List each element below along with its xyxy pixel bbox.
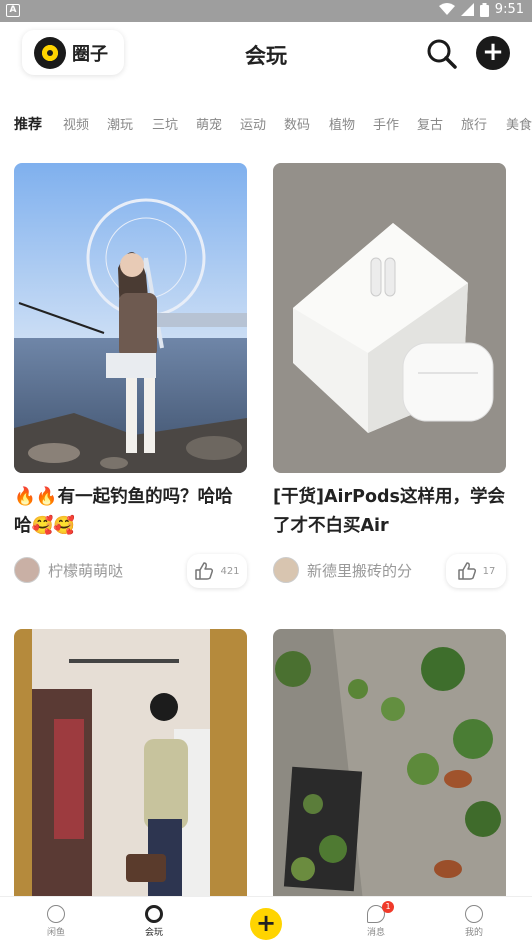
profile-icon <box>465 905 483 923</box>
author-name[interactable]: 新德里搬砖的分 <box>307 560 412 581</box>
like-count: 17 <box>482 565 496 577</box>
search-icon <box>427 39 457 69</box>
tab-label: 消息 <box>366 928 385 938</box>
post-title[interactable]: 🔥🔥有一起钓鱼的吗？哈哈哈🥰🥰 <box>14 483 247 541</box>
like-icon <box>195 562 214 580</box>
battery-icon <box>479 2 489 17</box>
circle-button[interactable]: 圈子 <box>22 30 124 75</box>
tab-huiwan[interactable]: 会玩 <box>124 905 184 938</box>
tab-pets[interactable]: 萌宠 <box>196 114 222 133</box>
tab-retro[interactable]: 复古 <box>417 114 443 133</box>
header: 圈子 会玩 + <box>0 22 532 84</box>
avatar[interactable] <box>273 557 299 583</box>
tab-sports[interactable]: 运动 <box>240 114 266 133</box>
post-image-airpods[interactable] <box>273 163 506 473</box>
tab-xianyu[interactable]: 闲鱼 <box>26 905 86 938</box>
tab-label: 闲鱼 <box>46 928 65 938</box>
play-icon <box>145 905 163 923</box>
active-tab-indicator <box>10 148 46 152</box>
tab-label: 会玩 <box>144 928 163 938</box>
status-bar: A 9:51 <box>0 0 532 22</box>
plus-icon: + <box>255 909 277 937</box>
post-image-garden[interactable] <box>273 629 506 901</box>
tab-food[interactable]: 美食 <box>506 114 532 133</box>
status-time: 9:51 <box>494 2 524 17</box>
notification-icon: A <box>6 4 20 17</box>
like-button[interactable]: 421 <box>187 554 247 588</box>
tab-profile[interactable]: 我的 <box>444 905 504 938</box>
like-button[interactable]: 17 <box>446 554 506 588</box>
like-icon <box>457 562 476 580</box>
tab-video[interactable]: 视频 <box>63 114 89 133</box>
search-button[interactable] <box>424 36 460 72</box>
tab-travel[interactable]: 旅行 <box>461 114 487 133</box>
post-card-airpods[interactable]: [干货]AirPods这样用，学会了才不白买Air 新德里搬砖的分 17 <box>273 163 506 588</box>
tab-digital[interactable]: 数码 <box>284 114 310 133</box>
tab-label: 我的 <box>464 928 483 938</box>
tab-handmade[interactable]: 手作 <box>373 114 399 133</box>
circle-logo-icon <box>34 36 66 69</box>
tab-messages[interactable]: 1 消息 <box>346 901 406 938</box>
author-name[interactable]: 柠檬萌萌哒 <box>48 560 123 581</box>
post-card-garden[interactable] <box>273 629 506 901</box>
like-count: 421 <box>220 565 240 577</box>
category-tabs: 推荐 视频 潮玩 三坑 萌宠 运动 数码 植物 手作 复古 旅行 美食 <box>0 104 532 152</box>
post-card-mirror-selfie[interactable] <box>14 629 247 901</box>
tab-recommend[interactable]: 推荐 <box>14 114 42 134</box>
publish-button[interactable]: + <box>250 908 282 940</box>
post-title[interactable]: [干货]AirPods这样用，学会了才不白买Air <box>273 483 506 541</box>
tab-trendy-toys[interactable]: 潮玩 <box>107 114 133 133</box>
tab-plants[interactable]: 植物 <box>329 114 355 133</box>
post-image-fishing[interactable] <box>14 163 247 473</box>
add-icon: + <box>482 37 504 67</box>
wifi-icon <box>438 3 455 15</box>
post-author[interactable]: 柠檬萌萌哒 <box>14 557 123 583</box>
avatar[interactable] <box>14 557 40 583</box>
status-icons: 9:51 <box>438 2 524 17</box>
bottom-tab-bar: 闲鱼 会玩 + 1 消息 我的 <box>0 896 532 946</box>
post-card-fishing[interactable]: 🔥🔥有一起钓鱼的吗？哈哈哈🥰🥰 柠檬萌萌哒 421 <box>14 163 247 588</box>
add-button[interactable]: + <box>476 36 510 70</box>
circle-label: 圈子 <box>72 43 108 65</box>
tab-sankeng[interactable]: 三坑 <box>152 114 178 133</box>
home-icon <box>47 905 65 923</box>
post-author[interactable]: 新德里搬砖的分 <box>273 557 412 583</box>
post-image-mirror-selfie[interactable] <box>14 629 247 901</box>
message-badge: 1 <box>382 901 394 913</box>
signal-icon <box>460 3 474 16</box>
